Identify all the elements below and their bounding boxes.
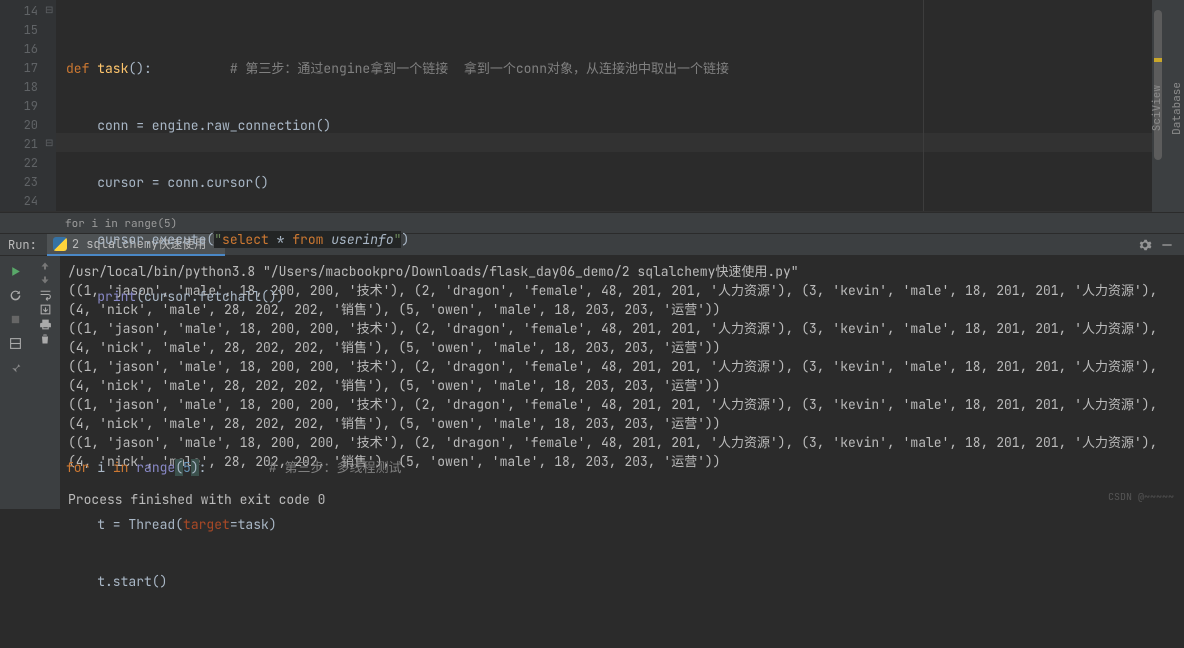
- code-editor[interactable]: def task(): # 第三步：通过engine拿到一个链接 拿到一个con…: [56, 0, 1184, 211]
- fold-marker-icon[interactable]: ⊟: [45, 136, 53, 149]
- code-text: ():: [128, 60, 151, 77]
- right-tool-strip: Database SciView: [1164, 0, 1184, 212]
- code-text: [66, 288, 97, 305]
- watermark: CSDN @~~~~~: [1108, 490, 1174, 503]
- paren: ): [191, 459, 199, 476]
- down-icon[interactable]: [39, 274, 51, 286]
- scroll-to-end-icon[interactable]: [39, 303, 52, 316]
- code-text: t = Thread(: [66, 516, 183, 533]
- caret-highlight: [56, 133, 1184, 152]
- line-num: 18: [0, 78, 38, 97]
- line-num: 16: [0, 40, 38, 59]
- run-label: Run:: [8, 237, 37, 253]
- line-num: 19: [0, 97, 38, 116]
- sql-table: userinfo: [331, 231, 393, 248]
- keyword: for: [66, 459, 97, 476]
- line-num: 15: [0, 21, 38, 40]
- code-text: (cursor.fetchall()): [136, 288, 284, 305]
- up-icon[interactable]: [39, 260, 51, 272]
- comment: # 第三步：通过engine拿到一个链接 拿到一个conn对象，从连接池中取出一…: [152, 60, 729, 77]
- line-num: 21: [0, 135, 38, 154]
- line-num: 17: [0, 59, 38, 78]
- code-text: i: [97, 459, 113, 476]
- comment: # 第三步：多线程测试: [206, 459, 401, 476]
- code-text: cursor.execute(: [66, 231, 214, 248]
- number: 5: [183, 459, 191, 476]
- settings-icon[interactable]: [4, 284, 26, 306]
- sql-keyword: from: [284, 231, 331, 248]
- string: ": [214, 231, 222, 248]
- param: target: [183, 516, 230, 533]
- print-icon[interactable]: [39, 318, 52, 331]
- sciview-tool-button[interactable]: SciView: [1150, 85, 1164, 131]
- line-num: 14: [0, 2, 38, 21]
- keyword: in: [113, 459, 136, 476]
- warning-marker[interactable]: [1154, 58, 1162, 62]
- fold-column: ⊟ ⊟: [45, 0, 55, 211]
- layout-icon[interactable]: [4, 332, 26, 354]
- line-num: 22: [0, 154, 38, 173]
- pin-icon[interactable]: [4, 356, 26, 378]
- code-text: ): [401, 231, 409, 248]
- code-text: cursor = conn.cursor(): [66, 173, 1184, 192]
- run-toolbar-primary: [0, 256, 30, 509]
- right-margin-guide: [923, 0, 924, 211]
- code-text: conn = engine.raw_connection(): [66, 116, 1184, 135]
- line-num: 23: [0, 173, 38, 192]
- builtin: print: [97, 288, 136, 305]
- stop-icon[interactable]: [4, 308, 26, 330]
- python-icon: [53, 237, 67, 251]
- soft-wrap-icon[interactable]: [39, 288, 52, 301]
- sql-keyword: select: [222, 231, 277, 248]
- keyword: def: [66, 60, 97, 77]
- line-num: 20: [0, 116, 38, 135]
- line-num: 24: [0, 192, 38, 211]
- editor-area: 14 15 16 17 18 19 20 21 22 23 24 ⊟ ⊟ def…: [0, 0, 1184, 212]
- database-tool-button[interactable]: Database: [1170, 82, 1184, 135]
- builtin: range: [136, 459, 175, 476]
- fold-marker-icon[interactable]: ⊟: [45, 3, 53, 16]
- func-name: task: [97, 60, 128, 77]
- run-toolbar-secondary: [30, 256, 60, 509]
- code-text: t.start(): [66, 572, 1184, 591]
- paren: (: [175, 459, 183, 476]
- rerun-icon[interactable]: [4, 260, 26, 282]
- trash-icon[interactable]: [39, 333, 51, 345]
- code-text: =task): [230, 516, 277, 533]
